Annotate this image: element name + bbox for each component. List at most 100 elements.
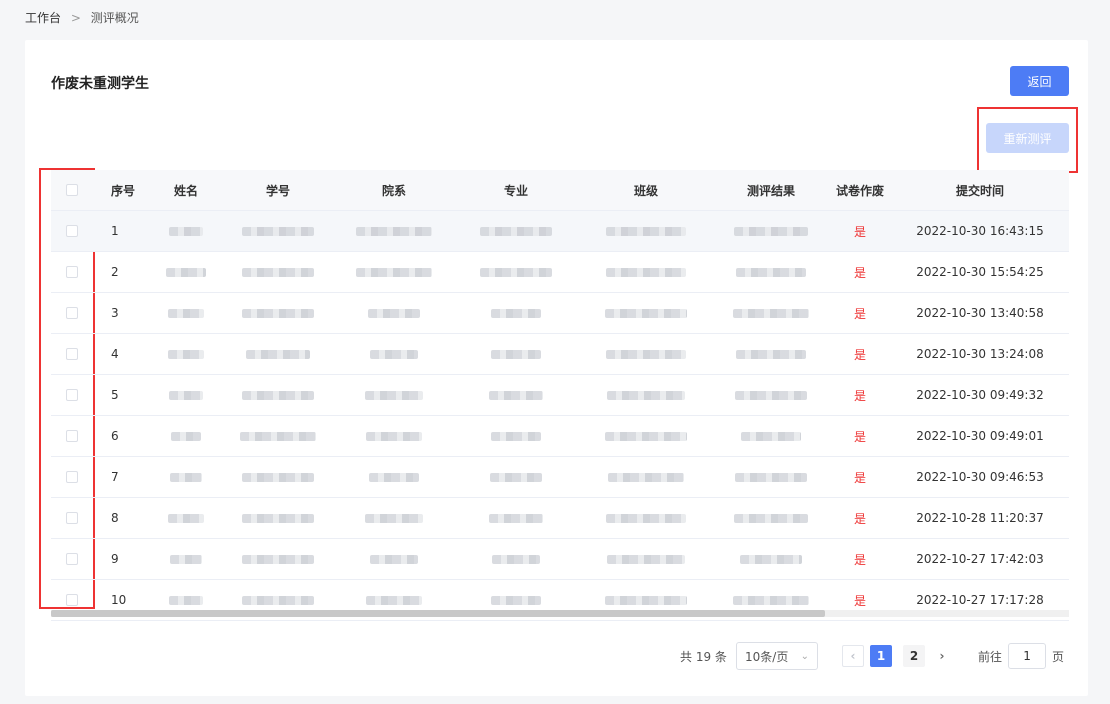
table-row[interactable]: 6 是 2022-10-30 09:49:01 [51,416,1069,457]
row-submit-time: 2022-10-30 15:54:25 [916,265,1044,279]
page-2-button[interactable]: 2 [903,645,925,667]
row-major [453,224,579,238]
page-size-select[interactable]: 10条/页 ⌄ [736,642,818,670]
table-row[interactable]: 9 是 2022-10-27 17:42:03 [51,539,1069,580]
redacted-value [370,350,418,359]
table-row[interactable]: 4 是 2022-10-30 13:24:08 [51,334,1069,375]
row-result [713,265,829,279]
row-result [713,429,829,443]
redacted-value [489,514,543,523]
row-result [713,511,829,525]
row-major [453,265,579,279]
row-result [713,306,829,320]
page-1-button[interactable]: 1 [870,645,892,667]
row-name [151,552,221,566]
row-major [453,388,579,402]
row-result [713,552,829,566]
redacted-value [166,268,206,277]
row-name [151,224,221,238]
row-department [335,224,453,238]
row-major [453,511,579,525]
redacted-value [368,309,420,318]
horizontal-scrollbar[interactable] [51,610,1069,617]
table-row[interactable]: 8 是 2022-10-28 11:20:37 [51,498,1069,539]
row-student-id [221,306,335,320]
redacted-value [242,596,314,605]
next-page-button[interactable]: › [931,645,953,667]
row-class [579,265,713,279]
table-row[interactable]: 2 是 2022-10-30 15:54:25 [51,252,1069,293]
row-checkbox[interactable] [51,307,93,319]
row-index: 2 [111,265,119,279]
redacted-value [735,473,807,482]
table-row[interactable]: 7 是 2022-10-30 09:46:53 [51,457,1069,498]
checkbox-box [66,307,78,319]
row-checkbox[interactable] [51,553,93,565]
redacted-value [480,268,552,277]
chevron-right-icon: › [939,649,945,663]
row-major [453,552,579,566]
pagination-total: 共 19 条 [680,649,727,664]
row-voided: 是 [853,224,866,239]
redacted-value [242,268,314,277]
row-student-id [221,265,335,279]
redacted-value [168,309,204,318]
row-checkbox[interactable] [51,225,93,237]
row-name [151,265,221,279]
row-result [713,388,829,402]
redacted-value [740,555,802,564]
row-index: 8 [111,511,119,525]
row-class [579,511,713,525]
table-row[interactable]: 3 是 2022-10-30 13:40:58 [51,293,1069,334]
checkbox-box [66,184,78,196]
header-submit-time: 提交时间 [955,183,1004,198]
goto-suffix: 页 [1052,649,1065,664]
row-checkbox[interactable] [51,594,93,606]
redacted-value [169,391,203,400]
row-index: 3 [111,306,119,320]
row-major [453,347,579,361]
prev-page-button[interactable]: ‹ [842,645,864,667]
row-department [335,347,453,361]
goto-page-input[interactable] [1008,643,1047,669]
redacted-value [480,227,552,236]
row-class [579,429,713,443]
redacted-value [607,391,685,400]
row-submit-time: 2022-10-27 17:17:28 [916,593,1044,607]
redacted-value [489,391,543,400]
redacted-value [491,309,541,318]
row-checkbox[interactable] [51,512,93,524]
breadcrumb-root[interactable]: 工作台 [25,11,61,25]
row-submit-time: 2022-10-27 17:42:03 [916,552,1044,566]
row-student-id [221,347,335,361]
redacted-value [170,555,202,564]
header-voided: 试卷作废 [835,183,884,198]
redacted-value [365,514,423,523]
row-department [335,552,453,566]
row-name [151,593,221,607]
row-checkbox[interactable] [51,430,93,442]
row-checkbox[interactable] [51,389,93,401]
redacted-value [242,473,314,482]
row-index: 10 [111,593,127,607]
back-button[interactable]: 返回 [1010,66,1069,96]
select-all-checkbox[interactable] [51,184,93,196]
scrollbar-thumb[interactable] [51,610,825,617]
redacted-value [168,514,204,523]
redacted-value [169,227,203,236]
row-department [335,593,453,607]
retest-button[interactable]: 重新测评 [986,123,1069,153]
row-student-id [221,593,335,607]
redacted-value [168,350,204,359]
redacted-value [366,596,422,605]
redacted-value [734,514,808,523]
row-voided: 是 [853,511,866,526]
row-checkbox[interactable] [51,266,93,278]
row-checkbox[interactable] [51,471,93,483]
table-row[interactable]: 5 是 2022-10-30 09:49:32 [51,375,1069,416]
table-row[interactable]: 1 是 2022-10-30 16:43:15 [51,211,1069,252]
row-submit-time: 2022-10-30 13:24:08 [916,347,1044,361]
row-result [713,224,829,238]
row-checkbox[interactable] [51,348,93,360]
redacted-value [370,555,418,564]
